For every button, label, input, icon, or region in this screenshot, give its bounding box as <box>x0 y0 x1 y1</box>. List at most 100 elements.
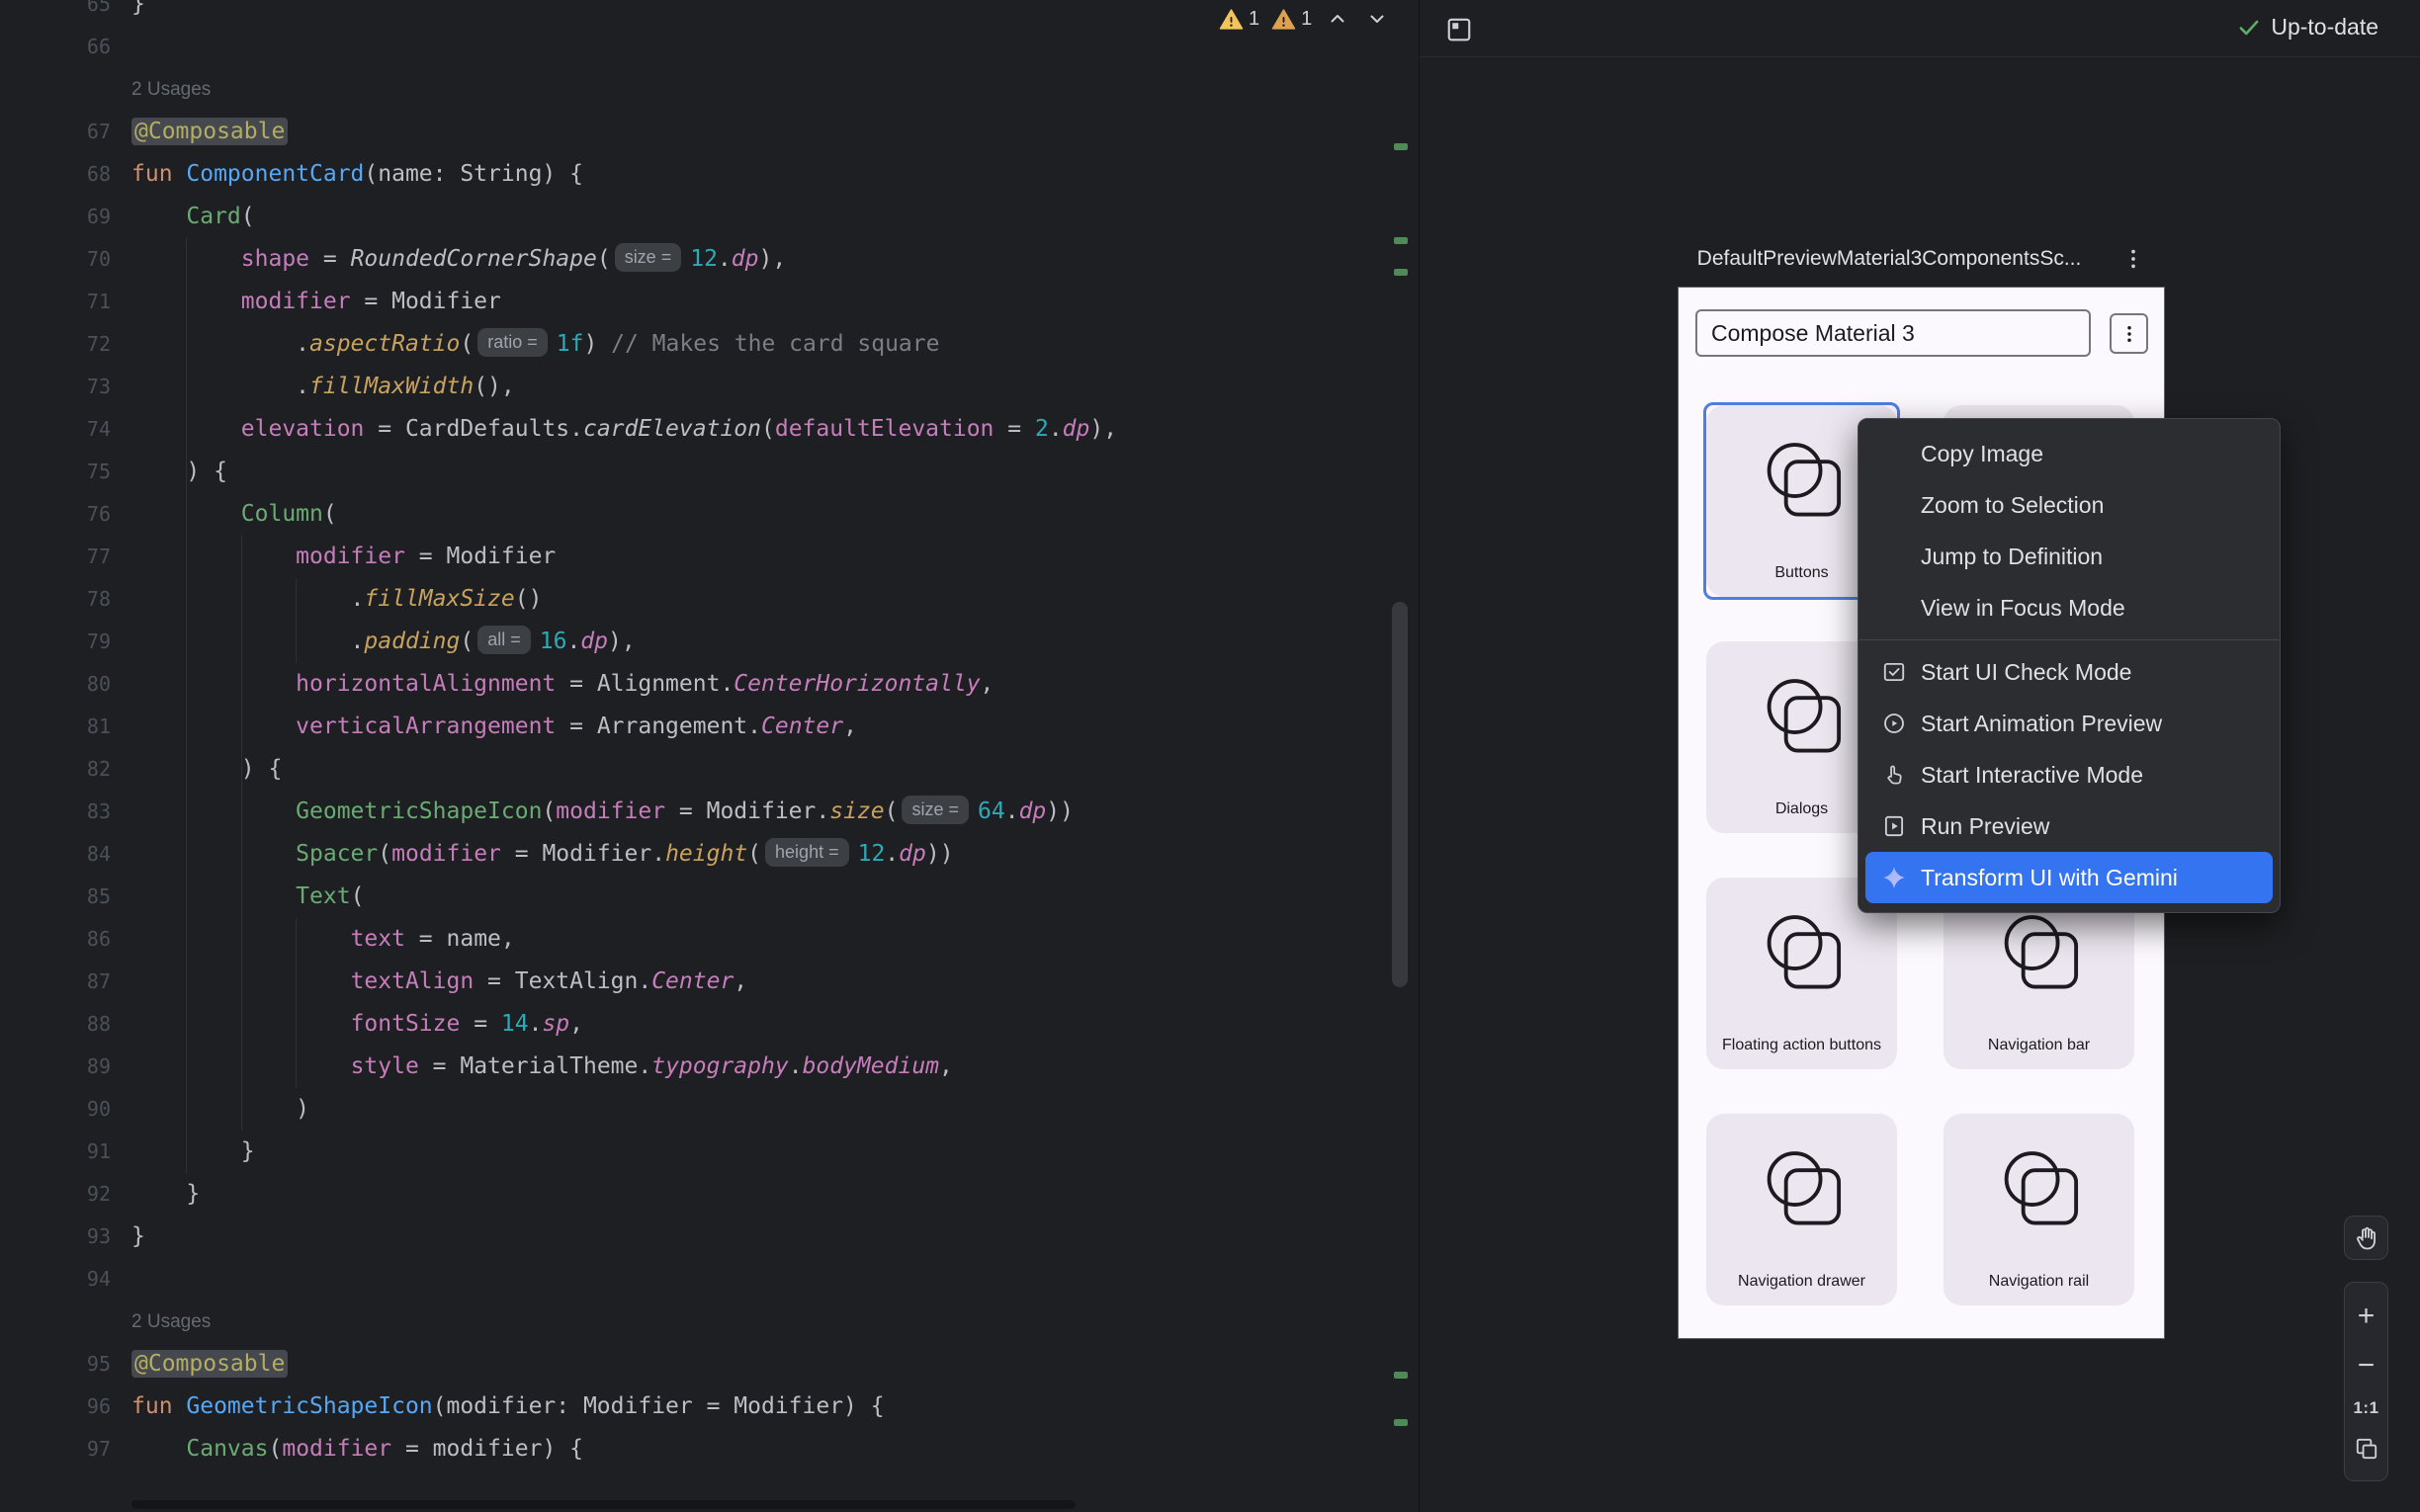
code-line[interactable]: Card( <box>131 196 255 238</box>
menu-item-transform-ui-with-gemini[interactable]: Transform UI with Gemini <box>1865 852 2273 903</box>
code-line[interactable]: horizontalAlignment = Alignment.CenterHo… <box>131 663 994 706</box>
code-line[interactable]: Text( <box>131 876 364 918</box>
line-number[interactable]: 66 <box>0 26 111 68</box>
line-number[interactable]: 83 <box>0 791 111 833</box>
line-number[interactable]: 88 <box>0 1003 111 1046</box>
menu-item-icon-slot <box>1881 595 1915 621</box>
code-line[interactable]: modifier = Modifier <box>131 281 501 323</box>
line-number[interactable]: 90 <box>0 1088 111 1131</box>
line-number[interactable]: 95 <box>0 1343 111 1386</box>
zoom-actual-size-button[interactable]: 1:1 <box>2345 1399 2387 1416</box>
code-line[interactable]: Canvas(modifier = modifier) { <box>131 1428 583 1470</box>
code-line[interactable]: } <box>131 1131 255 1173</box>
line-number[interactable]: 93 <box>0 1216 111 1258</box>
line-number[interactable]: 65 <box>0 0 111 26</box>
line-number[interactable]: 73 <box>0 366 111 408</box>
code-line[interactable]: fun ComponentCard(name: String) { <box>131 153 583 196</box>
code-line[interactable]: Column( <box>131 493 337 536</box>
parameter-hint: all = <box>477 626 531 654</box>
code-line[interactable]: shape = RoundedCornerShape(size =12.dp), <box>131 238 786 281</box>
code-line[interactable]: @Composable <box>131 111 288 153</box>
line-number[interactable]: 81 <box>0 706 111 748</box>
code-line[interactable]: .padding(all =16.dp), <box>131 621 636 663</box>
code-line[interactable]: ) { <box>131 451 227 493</box>
line-number[interactable]: 97 <box>0 1428 111 1470</box>
sync-status-label: Up-to-date <box>2271 14 2378 41</box>
preview-options-button[interactable] <box>2118 243 2149 275</box>
code-line[interactable]: style = MaterialTheme.typography.bodyMed… <box>131 1046 953 1088</box>
usages-inlay[interactable]: 2 Usages <box>131 68 211 111</box>
line-number[interactable]: 76 <box>0 493 111 536</box>
line-number[interactable]: 72 <box>0 323 111 366</box>
code-line[interactable]: text = name, <box>131 918 515 961</box>
next-highlight-button[interactable] <box>1363 5 1391 33</box>
line-number[interactable]: 75 <box>0 451 111 493</box>
code-line[interactable]: .aspectRatio(ratio =1f) // Makes the car… <box>131 323 939 366</box>
line-number[interactable]: 70 <box>0 238 111 281</box>
line-number[interactable]: 96 <box>0 1386 111 1428</box>
line-number[interactable]: 69 <box>0 196 111 238</box>
code-line[interactable]: modifier = Modifier <box>131 536 556 578</box>
line-number[interactable]: 71 <box>0 281 111 323</box>
line-number[interactable]: 89 <box>0 1046 111 1088</box>
component-card-navigation-rail[interactable]: Navigation rail <box>1944 1114 2134 1305</box>
menu-item-run-preview[interactable]: Run Preview <box>1865 800 2273 852</box>
line-number[interactable]: 92 <box>0 1173 111 1216</box>
gutter <box>0 68 111 111</box>
menu-item-zoom-to-selection[interactable]: Zoom to Selection <box>1865 479 2273 531</box>
code-line[interactable]: ) <box>131 1088 309 1131</box>
line-number[interactable]: 74 <box>0 408 111 451</box>
editor-vertical-scrollbar[interactable] <box>1392 602 1408 987</box>
code-line[interactable]: .fillMaxSize() <box>131 578 542 621</box>
menu-item-jump-to-definition[interactable]: Jump to Definition <box>1865 531 2273 582</box>
pan-tool-button[interactable] <box>2344 1216 2388 1260</box>
code-line[interactable]: Spacer(modifier = Modifier.height(height… <box>131 833 954 876</box>
warning-indicator[interactable]: 1 <box>1219 7 1259 32</box>
code-line[interactable]: } <box>131 1173 200 1216</box>
weak-warning-indicator[interactable]: 1 <box>1271 7 1312 32</box>
indent-guide <box>241 536 242 1131</box>
code-line[interactable]: GeometricShapeIcon(modifier = Modifier.s… <box>131 791 1074 833</box>
menu-item-copy-image[interactable]: Copy Image <box>1865 428 2273 479</box>
code-line[interactable]: .fillMaxWidth(), <box>131 366 515 408</box>
code-line[interactable]: fontSize = 14.sp, <box>131 1003 583 1046</box>
line-number[interactable]: 91 <box>0 1131 111 1173</box>
line-number[interactable]: 94 <box>0 1258 111 1301</box>
panel-divider <box>1420 56 2420 57</box>
code-line[interactable]: fun GeometricShapeIcon(modifier: Modifie… <box>131 1386 885 1428</box>
editor-horizontal-scrollbar[interactable] <box>131 1500 1076 1509</box>
line-number[interactable]: 77 <box>0 536 111 578</box>
code-line[interactable]: textAlign = TextAlign.Center, <box>131 961 747 1003</box>
line-number[interactable]: 67 <box>0 111 111 153</box>
code-line[interactable]: @Composable <box>131 1343 288 1386</box>
line-number[interactable]: 87 <box>0 961 111 1003</box>
code-line[interactable]: elevation = CardDefaults.cardElevation(d… <box>131 408 1117 451</box>
line-number[interactable]: 80 <box>0 663 111 706</box>
line-number[interactable]: 79 <box>0 621 111 663</box>
line-number[interactable]: 68 <box>0 153 111 196</box>
line-number[interactable]: 85 <box>0 876 111 918</box>
code-line[interactable]: ) { <box>131 748 282 791</box>
zoom-to-fit-button[interactable] <box>2345 1436 2387 1462</box>
geometric-shape-icon <box>1755 903 1849 1002</box>
code-editor[interactable]: 65} 66 2 Usages 67 @Composable 68 fun Componen… <box>0 0 1416 1512</box>
line-number[interactable]: 84 <box>0 833 111 876</box>
menu-item-start-animation-preview[interactable]: Start Animation Preview <box>1865 698 2273 749</box>
indent-guide <box>186 238 187 1173</box>
line-number[interactable]: 78 <box>0 578 111 621</box>
menu-item-view-in-focus-mode[interactable]: View in Focus Mode <box>1865 582 2273 633</box>
kebab-menu-icon <box>2120 246 2146 272</box>
component-card-navigation-drawer[interactable]: Navigation drawer <box>1706 1114 1897 1305</box>
code-line[interactable]: } <box>131 1216 145 1258</box>
line-number[interactable]: 86 <box>0 918 111 961</box>
menu-item-start-ui-check-mode[interactable]: Start UI Check Mode <box>1865 646 2273 698</box>
preview-layout-button[interactable] <box>1441 12 1477 47</box>
menu-item-start-interactive-mode[interactable]: Start Interactive Mode <box>1865 749 2273 800</box>
chevron-down-icon <box>1365 7 1389 31</box>
zoom-out-button[interactable]: − <box>2345 1351 2387 1381</box>
code-line[interactable]: } <box>131 0 145 26</box>
line-number[interactable]: 82 <box>0 748 111 791</box>
usages-inlay[interactable]: 2 Usages <box>131 1301 211 1343</box>
previous-highlight-button[interactable] <box>1324 5 1351 33</box>
zoom-in-button[interactable]: + <box>2345 1302 2387 1331</box>
